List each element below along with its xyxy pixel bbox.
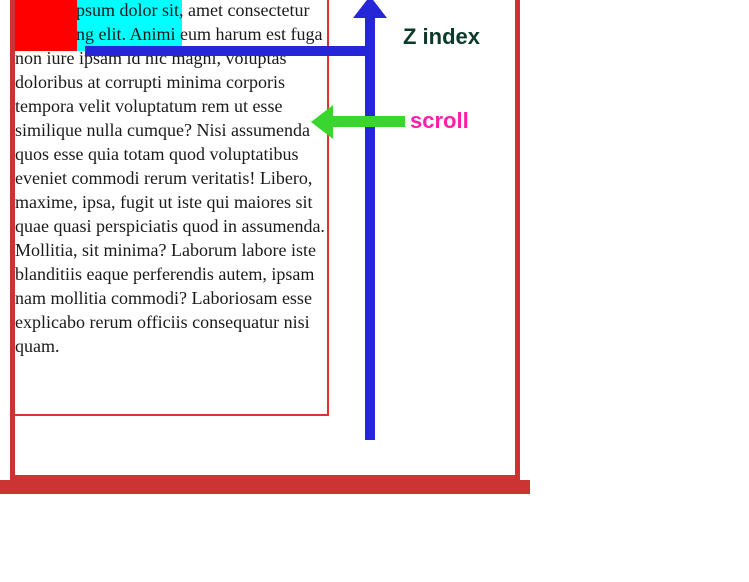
bottom-shadow-strip [0,480,530,494]
outer-frame: ipsum dolor sit, amet consectetur adipis… [10,0,520,480]
red-block [10,0,77,51]
scroll-container[interactable]: ipsum dolor sit, amet consectetur adipis… [11,0,329,416]
zindex-arrow-vertical [365,2,375,440]
scroll-arrow-shaft [333,116,405,127]
scroll-label: scroll [410,108,469,134]
scroll-arrowhead-icon [311,105,333,139]
zindex-label: Z index [403,24,480,50]
zindex-arrow-horizontal [85,46,375,56]
zindex-arrowhead-icon [353,0,387,18]
